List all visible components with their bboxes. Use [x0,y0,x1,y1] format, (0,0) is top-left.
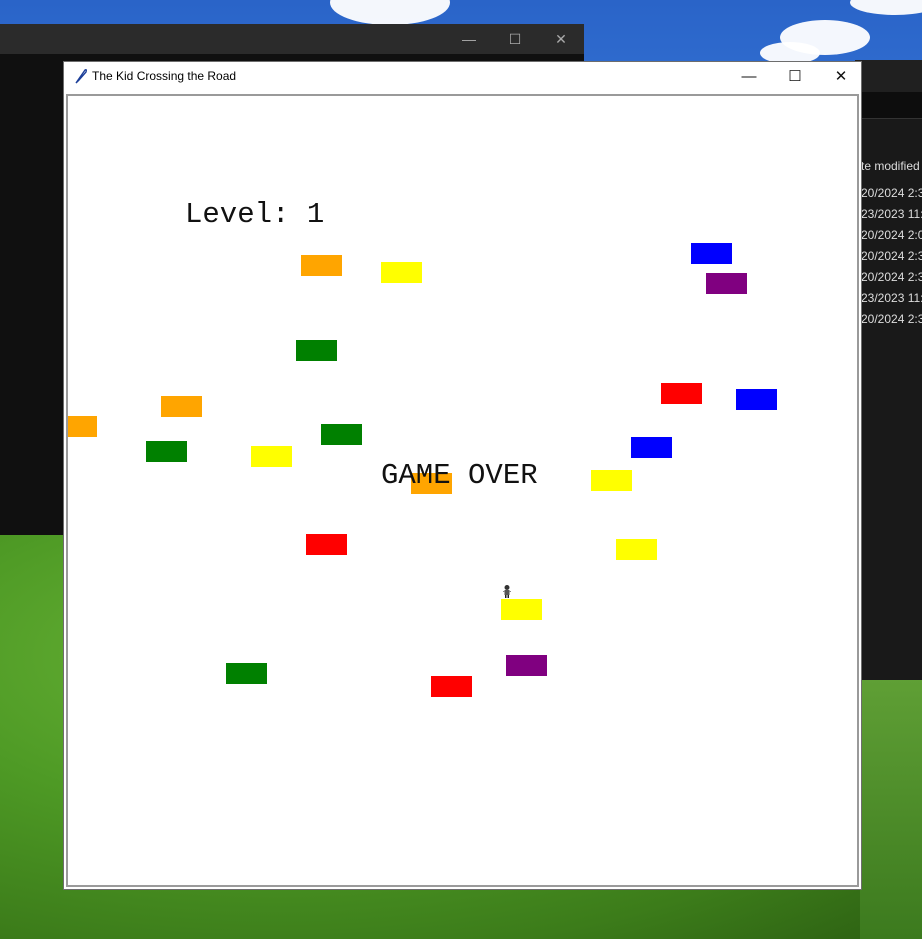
car-orange [301,255,342,276]
file-row-date[interactable]: 23/2023 11:5 [855,288,922,309]
car-green [321,424,362,445]
car-orange [68,416,97,437]
car-blue [631,437,672,458]
file-row-date[interactable]: 20/2024 2:38 [855,309,922,330]
car-red [431,676,472,697]
maximize-icon[interactable]: ☐ [492,24,538,54]
game-over-label: GAME OVER [381,459,538,492]
explorer-address-bar [855,92,922,119]
car-green [296,340,337,361]
car-yellow [251,446,292,467]
car-yellow [591,470,632,491]
game-canvas[interactable]: Level: 1 GAME OVER [66,94,859,887]
car-blue [736,389,777,410]
cloud [330,0,450,25]
car-blue [691,243,732,264]
level-label: Level: 1 [185,198,325,231]
file-row-date[interactable]: 20/2024 2:38 [855,183,922,204]
window-title: The Kid Crossing the Road [92,69,237,83]
car-yellow [381,262,422,283]
window-titlebar[interactable]: The Kid Crossing the Road — ☐ ✕ [64,62,861,90]
explorer-toolbar [855,60,922,92]
date-modified-header[interactable]: te modified [855,159,922,173]
car-yellow [616,539,657,560]
file-row-date[interactable]: 20/2024 2:36 [855,267,922,288]
close-button[interactable]: ✕ [818,62,864,90]
car-green [146,441,187,462]
feather-icon [74,68,88,84]
car-purple [706,273,747,294]
minimize-button[interactable]: — [726,62,772,90]
kid-player-icon [500,584,514,598]
file-row-date[interactable]: 23/2023 11:5 [855,204,922,225]
car-green [226,663,267,684]
file-explorer-window: te modified 20/2024 2:38 23/2023 11:5 20… [855,60,922,680]
file-row-date[interactable]: 20/2024 2:00 [855,225,922,246]
car-yellow [501,599,542,620]
desktop-grass [860,680,922,939]
car-red [661,383,702,404]
cloud [850,0,922,15]
background-window-titlebar: — ☐ ✕ [0,24,584,54]
game-window: The Kid Crossing the Road — ☐ ✕ Level: 1… [63,61,862,890]
car-orange [161,396,202,417]
file-row-date[interactable]: 20/2024 2:38 [855,246,922,267]
close-icon[interactable]: ✕ [538,24,584,54]
car-purple [506,655,547,676]
minimize-icon[interactable]: — [446,24,492,54]
maximize-button[interactable]: ☐ [772,62,818,90]
car-red [306,534,347,555]
